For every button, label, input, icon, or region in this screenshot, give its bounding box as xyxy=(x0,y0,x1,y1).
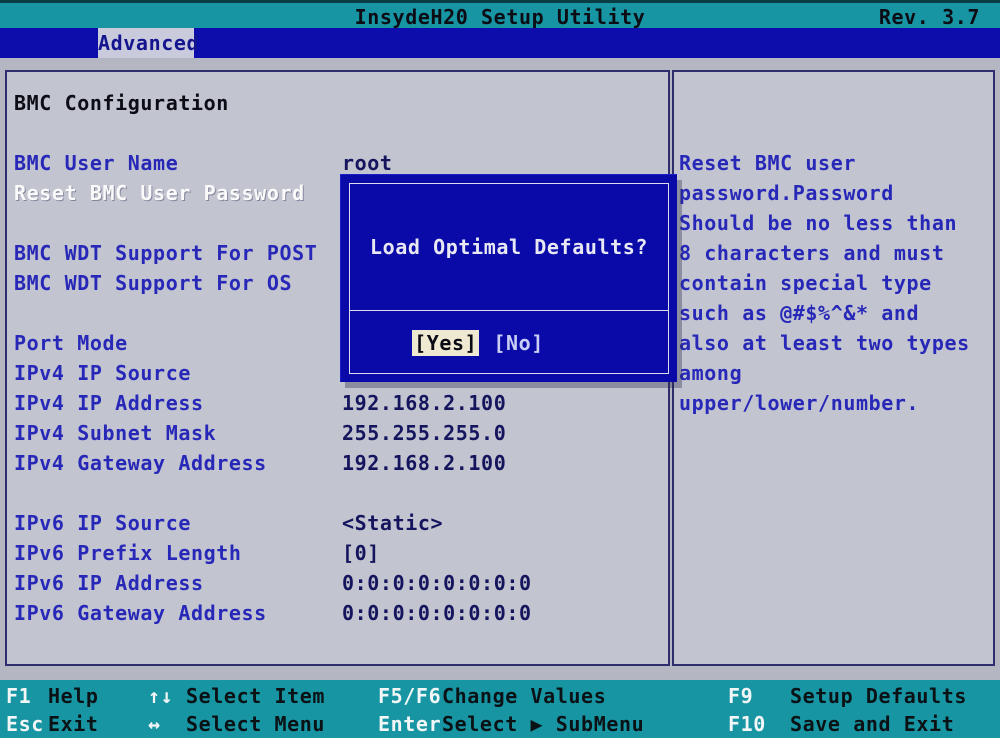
key-description: Help xyxy=(48,682,99,710)
panel-heading-row: BMC Configuration xyxy=(7,88,668,118)
help-line: Should be no less than xyxy=(679,208,991,238)
key-description: Select Item xyxy=(186,682,325,710)
dialog-buttons: [Yes] [No] xyxy=(350,310,668,374)
key-name: F1 xyxy=(6,682,31,710)
tab-advanced[interactable]: Advanced xyxy=(98,28,194,58)
key-description: Setup Defaults xyxy=(790,682,967,710)
key-description: Save and Exit xyxy=(790,710,954,738)
dialog-inner-border: Load Optimal Defaults? [Yes] [No] xyxy=(349,183,669,374)
help-line: contain special type xyxy=(679,268,991,298)
help-text: Reset BMC userpassword.PasswordShould be… xyxy=(679,148,991,418)
key-name: F10 xyxy=(728,710,766,738)
bios-setup-screen: InsydeH20 Setup Utility Rev. 3.7 Advance… xyxy=(0,0,1000,738)
setting-label: BMC WDT Support For OS xyxy=(14,268,292,298)
no-button[interactable]: [No] xyxy=(493,331,544,355)
settings-row[interactable]: IPv4 Subnet Mask 255.255.255.0 xyxy=(7,418,668,448)
settings-row[interactable]: IPv6 IP Source <Static> xyxy=(7,508,668,538)
setting-label: Reset BMC User Password xyxy=(14,178,305,208)
help-line: among xyxy=(679,358,991,388)
key-description: Change Values xyxy=(442,682,606,710)
menu-bar: Advanced xyxy=(0,28,1000,58)
key-hint-row: EscExit ↔ Select Menu EnterSelect ▶ SubMenu… xyxy=(0,710,1000,738)
setting-label: IPv6 Gateway Address xyxy=(14,598,267,628)
setting-label: IPv6 IP Source xyxy=(14,508,191,538)
help-line: 8 characters and must xyxy=(679,238,991,268)
setting-label: IPv6 Prefix Length xyxy=(14,538,242,568)
help-line: also at least two types xyxy=(679,328,991,358)
yes-button[interactable]: [Yes] xyxy=(412,330,479,356)
setting-label: BMC WDT Support For POST xyxy=(14,238,317,268)
spacer-row xyxy=(7,118,668,148)
key-name: F9 xyxy=(728,682,753,710)
app-title: InsydeH20 Setup Utility xyxy=(355,5,646,29)
key-name: Esc xyxy=(6,710,44,738)
key-name: Enter xyxy=(378,710,441,738)
key-hint-row: F1 Help ↑↓ Select Item F5/F6Change Values F9 S… xyxy=(0,682,1000,710)
setting-value: 192.168.2.100 xyxy=(342,448,506,478)
setting-label: IPv4 Gateway Address xyxy=(14,448,267,478)
dialog-message: Load Optimal Defaults? xyxy=(350,184,668,310)
setting-value: <Static> xyxy=(342,508,443,538)
key-name: ↔ xyxy=(148,710,161,738)
key-description: Select Menu xyxy=(186,710,325,738)
setting-value: 255.255.255.0 xyxy=(342,418,506,448)
key-description: Select ▶ SubMenu xyxy=(442,710,644,738)
title-bar: InsydeH20 Setup Utility Rev. 3.7 xyxy=(0,0,1000,28)
setting-value: 192.168.2.100 xyxy=(342,388,506,418)
setting-label: BMC Configuration xyxy=(14,88,229,118)
help-line: such as @#$%^&* and xyxy=(679,298,991,328)
key-hint-bar: F1 Help ↑↓ Select Item F5/F6Change Values F9 S… xyxy=(0,680,1000,738)
help-line: password.Password xyxy=(679,178,991,208)
setting-label: IPv4 IP Address xyxy=(14,388,204,418)
settings-row[interactable]: IPv4 Gateway Address 192.168.2.100 xyxy=(7,448,668,478)
setting-value: 0:0:0:0:0:0:0:0 xyxy=(342,568,532,598)
setting-label: IPv4 IP Source xyxy=(14,358,191,388)
load-defaults-dialog: Load Optimal Defaults? [Yes] [No] xyxy=(340,174,677,382)
setting-label: BMC User Name xyxy=(14,148,178,178)
revision-label: Rev. 3.7 xyxy=(879,3,980,31)
setting-label: IPv6 IP Address xyxy=(14,568,204,598)
key-name: F5/F6 xyxy=(378,682,441,710)
settings-row[interactable]: IPv6 Gateway Address 0:0:0:0:0:0:0:0 xyxy=(7,598,668,628)
help-panel: Reset BMC userpassword.PasswordShould be… xyxy=(672,70,995,666)
settings-row[interactable]: IPv6 Prefix Length [0] xyxy=(7,538,668,568)
setting-value: 0:0:0:0:0:0:0:0 xyxy=(342,598,532,628)
setting-label: IPv4 Subnet Mask xyxy=(14,418,216,448)
key-name: ↑↓ xyxy=(148,682,173,710)
settings-row[interactable]: IPv6 IP Address 0:0:0:0:0:0:0:0 xyxy=(7,568,668,598)
setting-label: Port Mode xyxy=(14,328,128,358)
key-description: Exit xyxy=(48,710,99,738)
help-line: Reset BMC user xyxy=(679,148,991,178)
help-line: upper/lower/number. xyxy=(679,388,991,418)
setting-value: [0] xyxy=(342,538,380,568)
settings-row[interactable]: IPv4 IP Address 192.168.2.100 xyxy=(7,388,668,418)
spacer-row xyxy=(7,478,668,508)
